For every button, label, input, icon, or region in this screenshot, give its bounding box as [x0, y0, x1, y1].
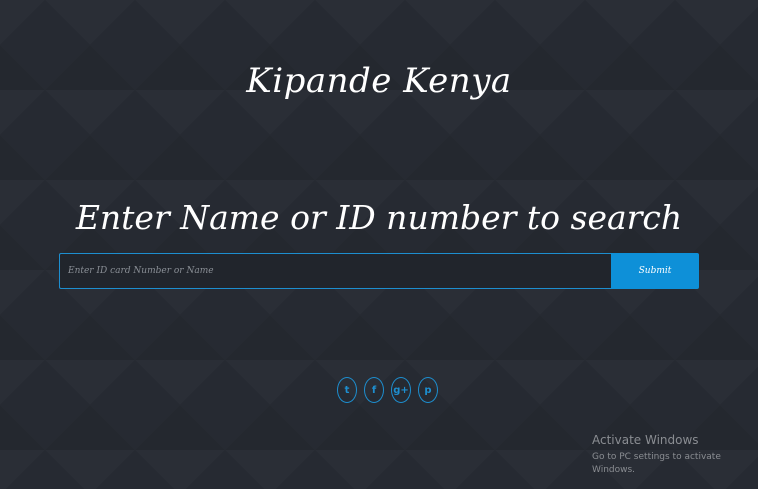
twitter-icon[interactable]: t	[337, 377, 357, 403]
activate-windows-watermark: Activate Windows Go to PC settings to ac…	[592, 432, 758, 477]
social-links: t f g+ p	[337, 377, 438, 403]
submit-button[interactable]: Submit	[611, 253, 699, 289]
site-title: Kipande Kenya	[246, 61, 512, 101]
pinterest-icon[interactable]: p	[418, 377, 438, 403]
search-input[interactable]	[59, 253, 611, 289]
google-plus-icon[interactable]: g+	[391, 377, 411, 403]
search-form: Submit	[59, 253, 699, 289]
search-heading: Enter Name or ID number to search	[75, 198, 683, 237]
watermark-subtitle: Go to PC settings to activate Windows.	[592, 452, 721, 475]
facebook-icon[interactable]: f	[364, 377, 384, 403]
watermark-title: Activate Windows	[592, 433, 699, 447]
